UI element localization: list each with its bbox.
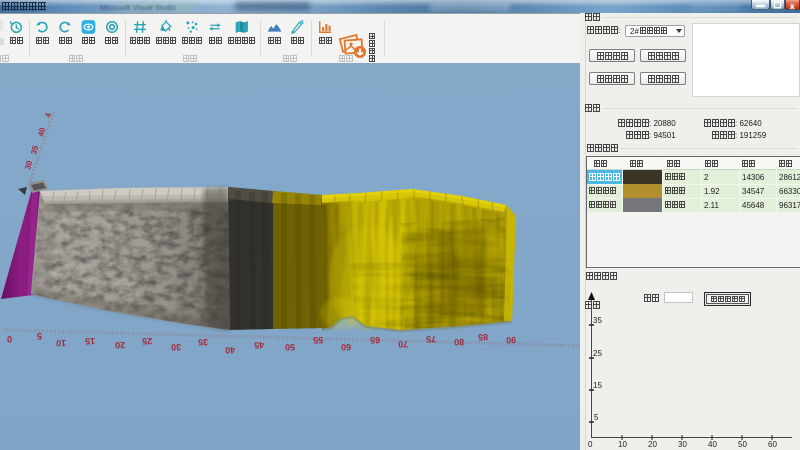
svg-text:65: 65: [370, 335, 380, 345]
svg-text:30: 30: [678, 440, 687, 449]
svg-text:20: 20: [115, 340, 125, 350]
svg-text:30: 30: [171, 342, 181, 352]
svg-text:25: 25: [593, 349, 602, 358]
svg-text:60: 60: [341, 342, 351, 352]
svg-text:55: 55: [313, 335, 323, 345]
svg-text:50: 50: [738, 440, 747, 449]
svg-text:40: 40: [708, 440, 717, 449]
svg-text:15: 15: [85, 336, 95, 346]
svg-text:5: 5: [594, 413, 599, 422]
svg-text:15: 15: [593, 381, 602, 390]
svg-text:25: 25: [142, 336, 152, 346]
svg-text:85: 85: [478, 332, 488, 342]
svg-text:5: 5: [37, 331, 42, 341]
svg-text:35: 35: [593, 316, 602, 325]
svg-text:20: 20: [648, 440, 657, 449]
svg-text:80: 80: [454, 337, 464, 347]
svg-text:0: 0: [7, 334, 12, 344]
svg-text:70: 70: [398, 339, 408, 349]
svg-text:45: 45: [254, 340, 264, 350]
svg-text:75: 75: [426, 334, 436, 344]
svg-text:60: 60: [768, 440, 777, 449]
svg-text:40: 40: [225, 345, 235, 355]
svg-text:10: 10: [618, 440, 627, 449]
svg-text:90: 90: [506, 335, 516, 345]
svg-text:35: 35: [198, 337, 208, 347]
svg-text:10: 10: [56, 338, 66, 348]
svg-text:50: 50: [285, 342, 295, 352]
svg-text:0: 0: [588, 440, 593, 449]
